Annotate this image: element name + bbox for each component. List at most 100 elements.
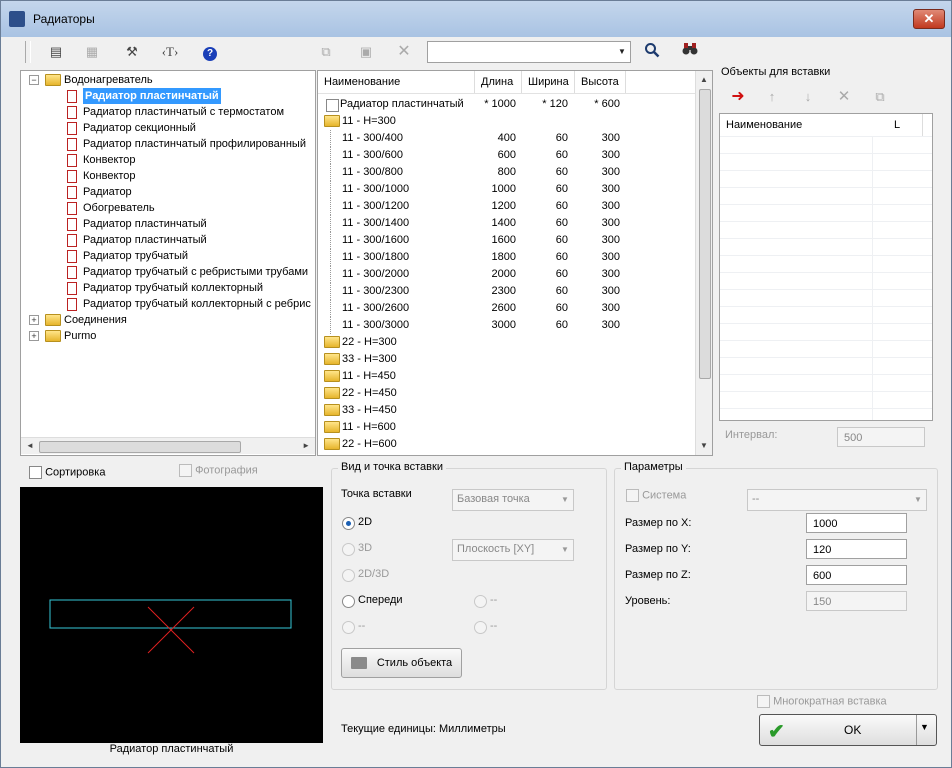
table-row-current[interactable]: Радиатор пластинчатый * 1000 * 120 * 600 — [318, 96, 698, 113]
table-row[interactable]: 11 - 300/2300 2300 60 300 — [318, 283, 698, 300]
radio-2d3d[interactable] — [342, 569, 355, 582]
table-row[interactable]: 11 - 300/1800 1800 60 300 — [318, 249, 698, 266]
size-y-field[interactable]: 120 — [806, 539, 907, 559]
chevron-down-icon[interactable]: ▼ — [614, 42, 630, 62]
size-x-field[interactable]: 1000 — [806, 513, 907, 533]
photo-checkbox[interactable]: Фотография — [179, 464, 258, 477]
remove-icon[interactable]: ✕ — [833, 87, 855, 107]
photo-checkbox-box[interactable] — [179, 464, 192, 477]
table-group-row[interactable]: 33 - H=450 — [318, 402, 698, 419]
table-group-row[interactable]: 22 - H=450 — [318, 385, 698, 402]
col-height-header[interactable]: Высота — [575, 71, 626, 93]
radio-2d[interactable] — [342, 517, 355, 530]
table-row[interactable]: 11 - 300/600 600 60 300 — [318, 147, 698, 164]
properties-icon[interactable]: ▤ — [45, 42, 67, 62]
table-row[interactable]: 11 - 300/1000 1000 60 300 — [318, 181, 698, 198]
table-cell: 300 — [601, 132, 620, 144]
system-select[interactable]: -- ▼ — [747, 489, 927, 511]
table-group-row[interactable]: 11 - H=300 — [318, 113, 698, 130]
table-group-row[interactable]: 11 - H=600 — [318, 419, 698, 436]
interval-field[interactable]: 500 — [837, 427, 925, 447]
scroll-thumb[interactable] — [699, 89, 711, 379]
col-width-header[interactable]: Ширина — [522, 71, 575, 93]
scroll-thumb[interactable] — [39, 441, 241, 453]
expand-icon[interactable]: + — [29, 331, 39, 341]
delete-icon[interactable]: ✕ — [393, 42, 415, 62]
chevron-down-icon[interactable]: ▼ — [910, 490, 926, 510]
sort-checkbox[interactable]: Сортировка — [29, 466, 105, 479]
radio-dash-3[interactable] — [474, 621, 487, 634]
ok-dropdown-icon[interactable]: ▼ — [920, 722, 929, 732]
table-row[interactable]: 11 - 300/3000 3000 60 300 — [318, 317, 698, 334]
table-group-row[interactable]: 22 - H=600 — [318, 436, 698, 453]
table-row[interactable]: 11 - 300/2000 2000 60 300 — [318, 266, 698, 283]
table-row[interactable]: 11 - 300/1600 1600 60 300 — [318, 232, 698, 249]
table-group-row[interactable]: 11 - H=450 — [318, 368, 698, 385]
table-row[interactable]: 11 - 300/1200 1200 60 300 — [318, 198, 698, 215]
category-tree[interactable]: − Водонагреватель Радиатор пластинчатый Р… — [20, 70, 316, 456]
sort-checkbox-box[interactable] — [29, 466, 42, 479]
objects-col-name[interactable]: Наименование — [720, 114, 873, 136]
insert-point-select[interactable]: Базовая точка ▼ — [452, 489, 574, 511]
level-field[interactable]: 150 — [806, 591, 907, 611]
tools-icon[interactable]: ⚒ — [121, 42, 143, 62]
table-cell: 300 — [601, 217, 620, 229]
table-icon[interactable]: ▣ — [355, 42, 377, 62]
table-cell: 300 — [601, 166, 620, 178]
size-z-field[interactable]: 600 — [806, 565, 907, 585]
scroll-up-icon[interactable]: ▲ — [700, 75, 708, 84]
close-button[interactable]: ✕ — [913, 9, 945, 29]
folder-icon — [324, 421, 340, 434]
table-row[interactable]: 11 - 300/800 800 60 300 — [318, 164, 698, 181]
system-checkbox-box[interactable] — [626, 489, 639, 502]
text-tag-icon[interactable]: ‹T› — [159, 42, 181, 62]
radio-3d[interactable] — [342, 543, 355, 556]
expand-icon[interactable]: + — [29, 315, 39, 325]
list-icon[interactable]: ▦ — [81, 42, 103, 62]
objects-list[interactable]: Наименование L — [719, 113, 933, 421]
multi-insert-checkbox[interactable]: Многократная вставка — [757, 695, 887, 708]
insert-arrow-icon[interactable]: ➜ — [727, 87, 749, 107]
table-group-row[interactable]: 33 - H=300 — [318, 351, 698, 368]
search-combo[interactable]: ▼ — [427, 41, 631, 63]
objects-col-l[interactable]: L — [872, 114, 923, 136]
table-cell: 60 — [555, 234, 568, 246]
folder-icon — [324, 387, 340, 400]
radio-dash-1[interactable] — [474, 595, 487, 608]
catalog-table[interactable]: Наименование Длина Ширина Высота Радиато… — [317, 70, 713, 456]
document-icon — [67, 202, 77, 215]
system-checkbox[interactable]: Система — [626, 489, 686, 502]
move-up-icon[interactable]: ↑ — [761, 87, 783, 107]
col-length-header[interactable]: Длина — [475, 71, 522, 93]
scroll-left-icon[interactable]: ◄ — [26, 441, 34, 450]
table-group-row[interactable]: 22 - H=300 — [318, 334, 698, 351]
collapse-icon[interactable]: − — [29, 75, 39, 85]
radio-front[interactable] — [342, 595, 355, 608]
copy-icon[interactable]: ⧉ — [869, 87, 891, 107]
radio-dash-2[interactable] — [342, 621, 355, 634]
binoculars-icon[interactable] — [679, 42, 701, 62]
scroll-down-icon[interactable]: ▼ — [700, 441, 708, 450]
chevron-down-icon[interactable]: ▼ — [557, 490, 573, 510]
table-row[interactable]: 11 - 300/400 400 60 300 — [318, 130, 698, 147]
col-name-header[interactable]: Наименование — [318, 71, 475, 93]
plane-select[interactable]: Плоскость [XY] ▼ — [452, 539, 574, 561]
object-style-button[interactable]: Стиль объекта — [341, 648, 462, 678]
document-icon — [67, 90, 77, 103]
checkmark-icon: ✔ — [768, 721, 785, 743]
move-down-icon[interactable]: ↓ — [797, 87, 819, 107]
copy-icon[interactable]: ⧉ — [315, 42, 337, 62]
help-icon[interactable]: ? — [199, 42, 221, 62]
row-checkbox[interactable] — [326, 99, 339, 112]
scroll-right-icon[interactable]: ► — [302, 441, 310, 450]
table-row[interactable]: 11 - 300/2600 2600 60 300 — [318, 300, 698, 317]
search-icon[interactable] — [641, 42, 663, 62]
multi-insert-checkbox-box[interactable] — [757, 695, 770, 708]
toolbar-grip[interactable] — [25, 41, 31, 63]
tree-hscrollbar[interactable]: ◄ ► — [21, 437, 315, 454]
table-row[interactable]: 11 - 300/1400 1400 60 300 — [318, 215, 698, 232]
chevron-down-icon[interactable]: ▼ — [557, 540, 573, 560]
table-cell: 11 - H=300 — [342, 115, 396, 127]
table-vscrollbar[interactable]: ▲ ▼ — [695, 71, 712, 455]
ok-button[interactable]: ✔ OK ▼ — [759, 714, 937, 746]
